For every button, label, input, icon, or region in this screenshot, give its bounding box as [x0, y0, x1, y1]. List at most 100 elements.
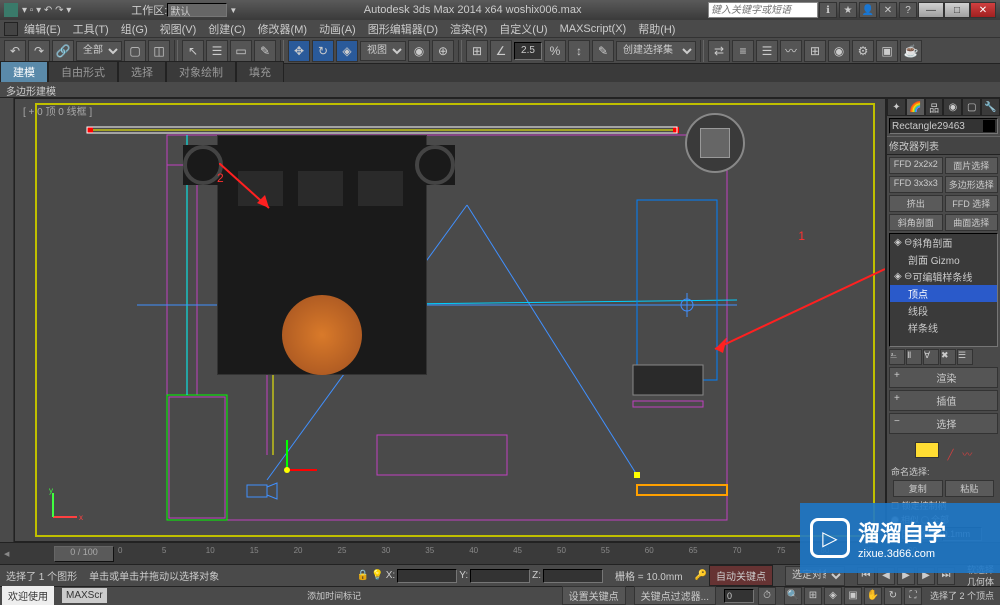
curve-editor-icon[interactable]: 〰 [780, 40, 802, 62]
unique-icon[interactable]: ∀ [923, 349, 939, 365]
ref-coord-dropdown[interactable]: 视图 [360, 41, 406, 61]
tab-hierarchy-icon[interactable]: 品 [925, 98, 944, 116]
configure-icon[interactable]: ☰ [957, 349, 973, 365]
spinner-snap-icon[interactable]: ↕ [568, 40, 590, 62]
current-frame-input[interactable] [724, 589, 754, 603]
isolate-icon[interactable]: 💡 [371, 570, 383, 581]
select-region-icon[interactable]: ▢ [124, 40, 146, 62]
stack-editable-spline[interactable]: ◈⊖ 可编辑样条线 [890, 268, 997, 285]
mod-ffd2x2x2[interactable]: FFD 2x2x2 [889, 157, 943, 174]
tab-selection[interactable]: 选择 [118, 61, 166, 82]
tab-modeling[interactable]: 建模 [0, 61, 48, 82]
menu-animation[interactable]: 动画(A) [319, 21, 356, 37]
paste-button[interactable]: 粘贴 [945, 480, 995, 497]
viewcube[interactable] [685, 113, 745, 173]
minimize-button[interactable]: — [918, 2, 944, 18]
menu-modifiers[interactable]: 修改器(M) [258, 21, 308, 37]
mod-ffd3x3x3[interactable]: FFD 3x3x3 [889, 176, 943, 193]
y-coord-input[interactable] [470, 569, 530, 583]
tab-utilities-icon[interactable]: 🔧 [981, 98, 1000, 116]
fov-icon[interactable]: ▣ [844, 587, 862, 605]
object-color-swatch[interactable] [983, 120, 995, 132]
layer-icon[interactable]: ☰ [756, 40, 778, 62]
menu-rendering[interactable]: 渲染(R) [450, 21, 487, 37]
tab-modify-icon[interactable]: 🌈 [906, 98, 925, 116]
copy-button[interactable]: 复制 [893, 480, 943, 497]
pin-stack-icon[interactable]: ⎁ [889, 349, 905, 365]
schematic-icon[interactable]: ⊞ [804, 40, 826, 62]
menu-graph-editors[interactable]: 图形编辑器(D) [368, 21, 438, 37]
save-icon[interactable] [4, 22, 18, 36]
link-icon[interactable]: 🔗 [52, 40, 74, 62]
mirror-icon[interactable]: ⇄ [708, 40, 730, 62]
rollout-interpolation[interactable]: +插值 [889, 390, 998, 411]
maximize-button[interactable]: □ [944, 2, 970, 18]
modifier-list-label[interactable]: 修改器列表 [887, 136, 1000, 155]
menu-customize[interactable]: 自定义(U) [499, 21, 547, 37]
subobj-spline-icon[interactable]: 〰 [962, 450, 972, 461]
paint-select-icon[interactable]: ✎ [254, 40, 276, 62]
select-move-icon[interactable]: ✥ [288, 40, 310, 62]
modifier-stack[interactable]: ◈⊖ 斜角剖面 剖面 Gizmo ◈⊖ 可编辑样条线 顶点 线段 样条线 [889, 233, 998, 347]
stack-segment[interactable]: 线段 [890, 302, 997, 319]
subobj-segment-icon[interactable]: ╱ [947, 450, 953, 461]
select-rotate-icon[interactable]: ↻ [312, 40, 334, 62]
zoom-icon[interactable]: 🔍 [784, 587, 802, 605]
stack-bevel-profile[interactable]: ◈⊖ 斜角剖面 [890, 234, 997, 251]
manipulate-icon[interactable]: ⊕ [432, 40, 454, 62]
selection-filter-dropdown[interactable]: 全部 [76, 41, 122, 61]
stack-vertex[interactable]: 顶点 [890, 285, 997, 302]
mod-ffd-select[interactable]: FFD 选择 [945, 195, 999, 212]
add-time-tag[interactable]: 添加时间标记 [307, 591, 361, 601]
help-icon[interactable]: ? [899, 2, 917, 18]
named-sel-dropdown[interactable]: 创建选择集 [616, 41, 696, 61]
z-coord-input[interactable] [543, 569, 603, 583]
edit-sel-set-icon[interactable]: ✎ [592, 40, 614, 62]
timeline-arrow-left-icon[interactable]: ◀ [4, 550, 24, 558]
stack-spline[interactable]: 样条线 [890, 319, 997, 336]
info-center-icon[interactable]: ℹ [819, 2, 837, 18]
maxscript-label[interactable]: MAXScr [62, 588, 107, 603]
object-name-field[interactable]: Rectangle29463 [889, 118, 998, 134]
lock-icon[interactable]: 🔒 [357, 570, 369, 581]
time-config-icon[interactable]: ⏱ [758, 587, 776, 605]
workspace-input[interactable] [167, 3, 227, 17]
workspace-dropdown-icon[interactable]: ▼ [229, 6, 237, 15]
menu-edit[interactable]: 编辑(E) [24, 21, 61, 37]
quick-access[interactable]: ▾ ▫ ▾ ↶ ↷ ▾ [22, 5, 71, 16]
render-frame-icon[interactable]: ▣ [876, 40, 898, 62]
mod-extrude[interactable]: 挤出 [889, 195, 943, 212]
select-scale-icon[interactable]: ◈ [336, 40, 358, 62]
viewport-left-strip[interactable] [0, 98, 14, 542]
redo-icon[interactable]: ↷ [28, 40, 50, 62]
geometry-rollout[interactable]: 几何体 [967, 577, 994, 587]
exchange-icon[interactable]: ✕ [879, 2, 897, 18]
orbit-icon[interactable]: ↻ [884, 587, 902, 605]
tab-populate[interactable]: 填充 [236, 61, 284, 82]
stack-profile-gizmo[interactable]: 剖面 Gizmo [890, 251, 997, 268]
auto-key-button[interactable]: 自动关键点 [709, 565, 773, 586]
show-end-icon[interactable]: Ⅱ [906, 349, 922, 365]
mod-surface-select[interactable]: 曲面选择 [945, 214, 999, 231]
x-coord-input[interactable] [397, 569, 457, 583]
tab-motion-icon[interactable]: ◉ [943, 98, 962, 116]
menu-tools[interactable]: 工具(T) [73, 21, 109, 37]
menu-group[interactable]: 组(G) [121, 21, 148, 37]
menu-view[interactable]: 视图(V) [160, 21, 197, 37]
tab-display-icon[interactable]: ▢ [962, 98, 981, 116]
set-key-button[interactable]: 设置关键点 [562, 586, 626, 605]
signin-icon[interactable]: 👤 [859, 2, 877, 18]
snap-toggle-icon[interactable]: ⊞ [466, 40, 488, 62]
help-search-input[interactable] [708, 2, 818, 18]
menu-help[interactable]: 帮助(H) [638, 21, 675, 37]
app-icon[interactable] [4, 3, 18, 17]
close-button[interactable]: ✕ [970, 2, 996, 18]
render-setup-icon[interactable]: ⚙ [852, 40, 874, 62]
star-icon[interactable]: ★ [839, 2, 857, 18]
menu-create[interactable]: 创建(C) [208, 21, 245, 37]
select-rectangle-icon[interactable]: ▭ [230, 40, 252, 62]
viewport[interactable]: [ + 0 顶 0 线框 ] [14, 98, 886, 542]
set-key-icon[interactable]: 🔑 [695, 570, 707, 581]
tab-freeform[interactable]: 自由形式 [48, 61, 118, 82]
zoom-extents-icon[interactable]: ◈ [824, 587, 842, 605]
